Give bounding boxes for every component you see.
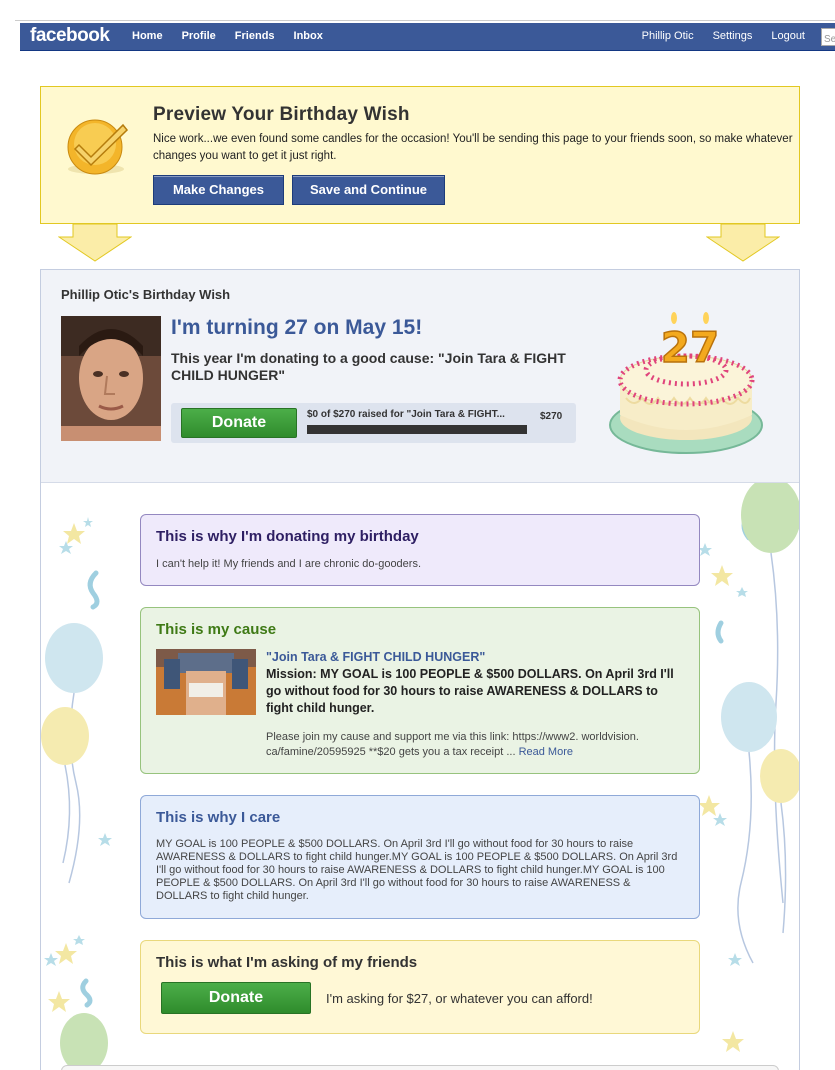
profile-photo[interactable] [61,316,161,441]
birthday-cake-icon: 27 [609,312,763,454]
nav-user-link[interactable]: Phillip Otic [642,30,694,42]
why-donating-box: This is why I'm donating my birthday I c… [140,514,700,586]
cause-name-link[interactable]: "Join Tara & FIGHT CHILD HUNGER" [266,650,485,664]
cause-title: This is my cause [156,621,277,638]
arrow-down-left-icon [58,224,132,262]
nav-profile-link[interactable]: Profile [182,30,216,42]
cause-description: Please join my cause and support me via … [266,730,686,760]
preview-title: Preview Your Birthday Wish [153,104,410,125]
ask-amount-text: I'm asking for $27, or whatever you can … [326,991,593,1006]
why-donating-title: This is why I'm donating my birthday [156,528,419,545]
facebook-logo[interactable]: facebook [30,25,110,47]
cause-photo[interactable] [156,649,256,715]
donation-progress-bar [307,425,527,434]
why-care-box: This is why I care MY GOAL is 100 PEOPLE… [140,795,700,919]
primary-nav: Home Profile Friends Inbox [132,30,342,42]
why-care-text: MY GOAL is 100 PEOPLE & $500 DOLLARS. On… [156,838,678,902]
checkmark-badge-icon [67,119,129,175]
ask-friends-box: This is what I'm asking of my friends Do… [140,940,700,1034]
wish-owner-title: Phillip Otic's Birthday Wish [61,287,231,302]
top-divider [15,20,835,21]
search-input[interactable]: Se [821,28,835,46]
account-nav: Phillip Otic Settings Logout [623,30,805,42]
donate-button[interactable]: Donate [181,408,297,438]
wish-header: Phillip Otic's Birthday Wish I'm turning… [41,270,799,483]
nav-home-link[interactable]: Home [132,30,163,42]
cause-mission: Mission: MY GOAL is 100 PEOPLE & $500 DO… [266,667,674,715]
arrow-down-right-icon [706,224,780,262]
donation-bar: Donate $0 of $270 raised for "Join Tara … [171,403,576,443]
preview-description: Nice work...we even found some candles f… [153,133,793,162]
nav-logout-link[interactable]: Logout [771,30,805,42]
cake-candle-number: 27 [660,322,720,373]
birthday-headline: I'm turning 27 on May 15! [171,316,423,339]
raised-status: $0 of $270 raised for "Join Tara & FIGHT… [307,409,505,420]
preview-banner: Preview Your Birthday Wish Nice work...w… [40,86,800,224]
make-changes-button[interactable]: Make Changes [153,175,284,205]
nav-inbox-link[interactable]: Inbox [294,30,323,42]
top-navbar: facebook Home Profile Friends Inbox Phil… [20,23,835,51]
cake-number-text: 27 [661,323,719,372]
ask-friends-title: This is what I'm asking of my friends [156,954,418,971]
why-care-title: This is why I care [156,809,281,826]
donate-button-ask[interactable]: Donate [161,982,311,1014]
cause-description-text: Please join my cause and support me via … [266,731,639,758]
save-and-continue-button[interactable]: Save and Continue [292,175,445,205]
birthday-wish-page: Phillip Otic's Birthday Wish I'm turning… [40,269,800,1070]
donation-goal: $270 [540,411,563,422]
search-placeholder: Se [824,34,835,45]
read-more-link[interactable]: Read More [519,746,573,758]
why-donating-text: I can't help it! My friends and I are ch… [156,558,422,570]
cause-box: This is my cause "Join Tara & FIGHT CHIL… [140,607,700,774]
nav-settings-link[interactable]: Settings [713,30,753,42]
nav-friends-link[interactable]: Friends [235,30,275,42]
next-section-box [61,1065,779,1070]
cause-summary: This year I'm donating to a good cause: … [171,350,566,383]
